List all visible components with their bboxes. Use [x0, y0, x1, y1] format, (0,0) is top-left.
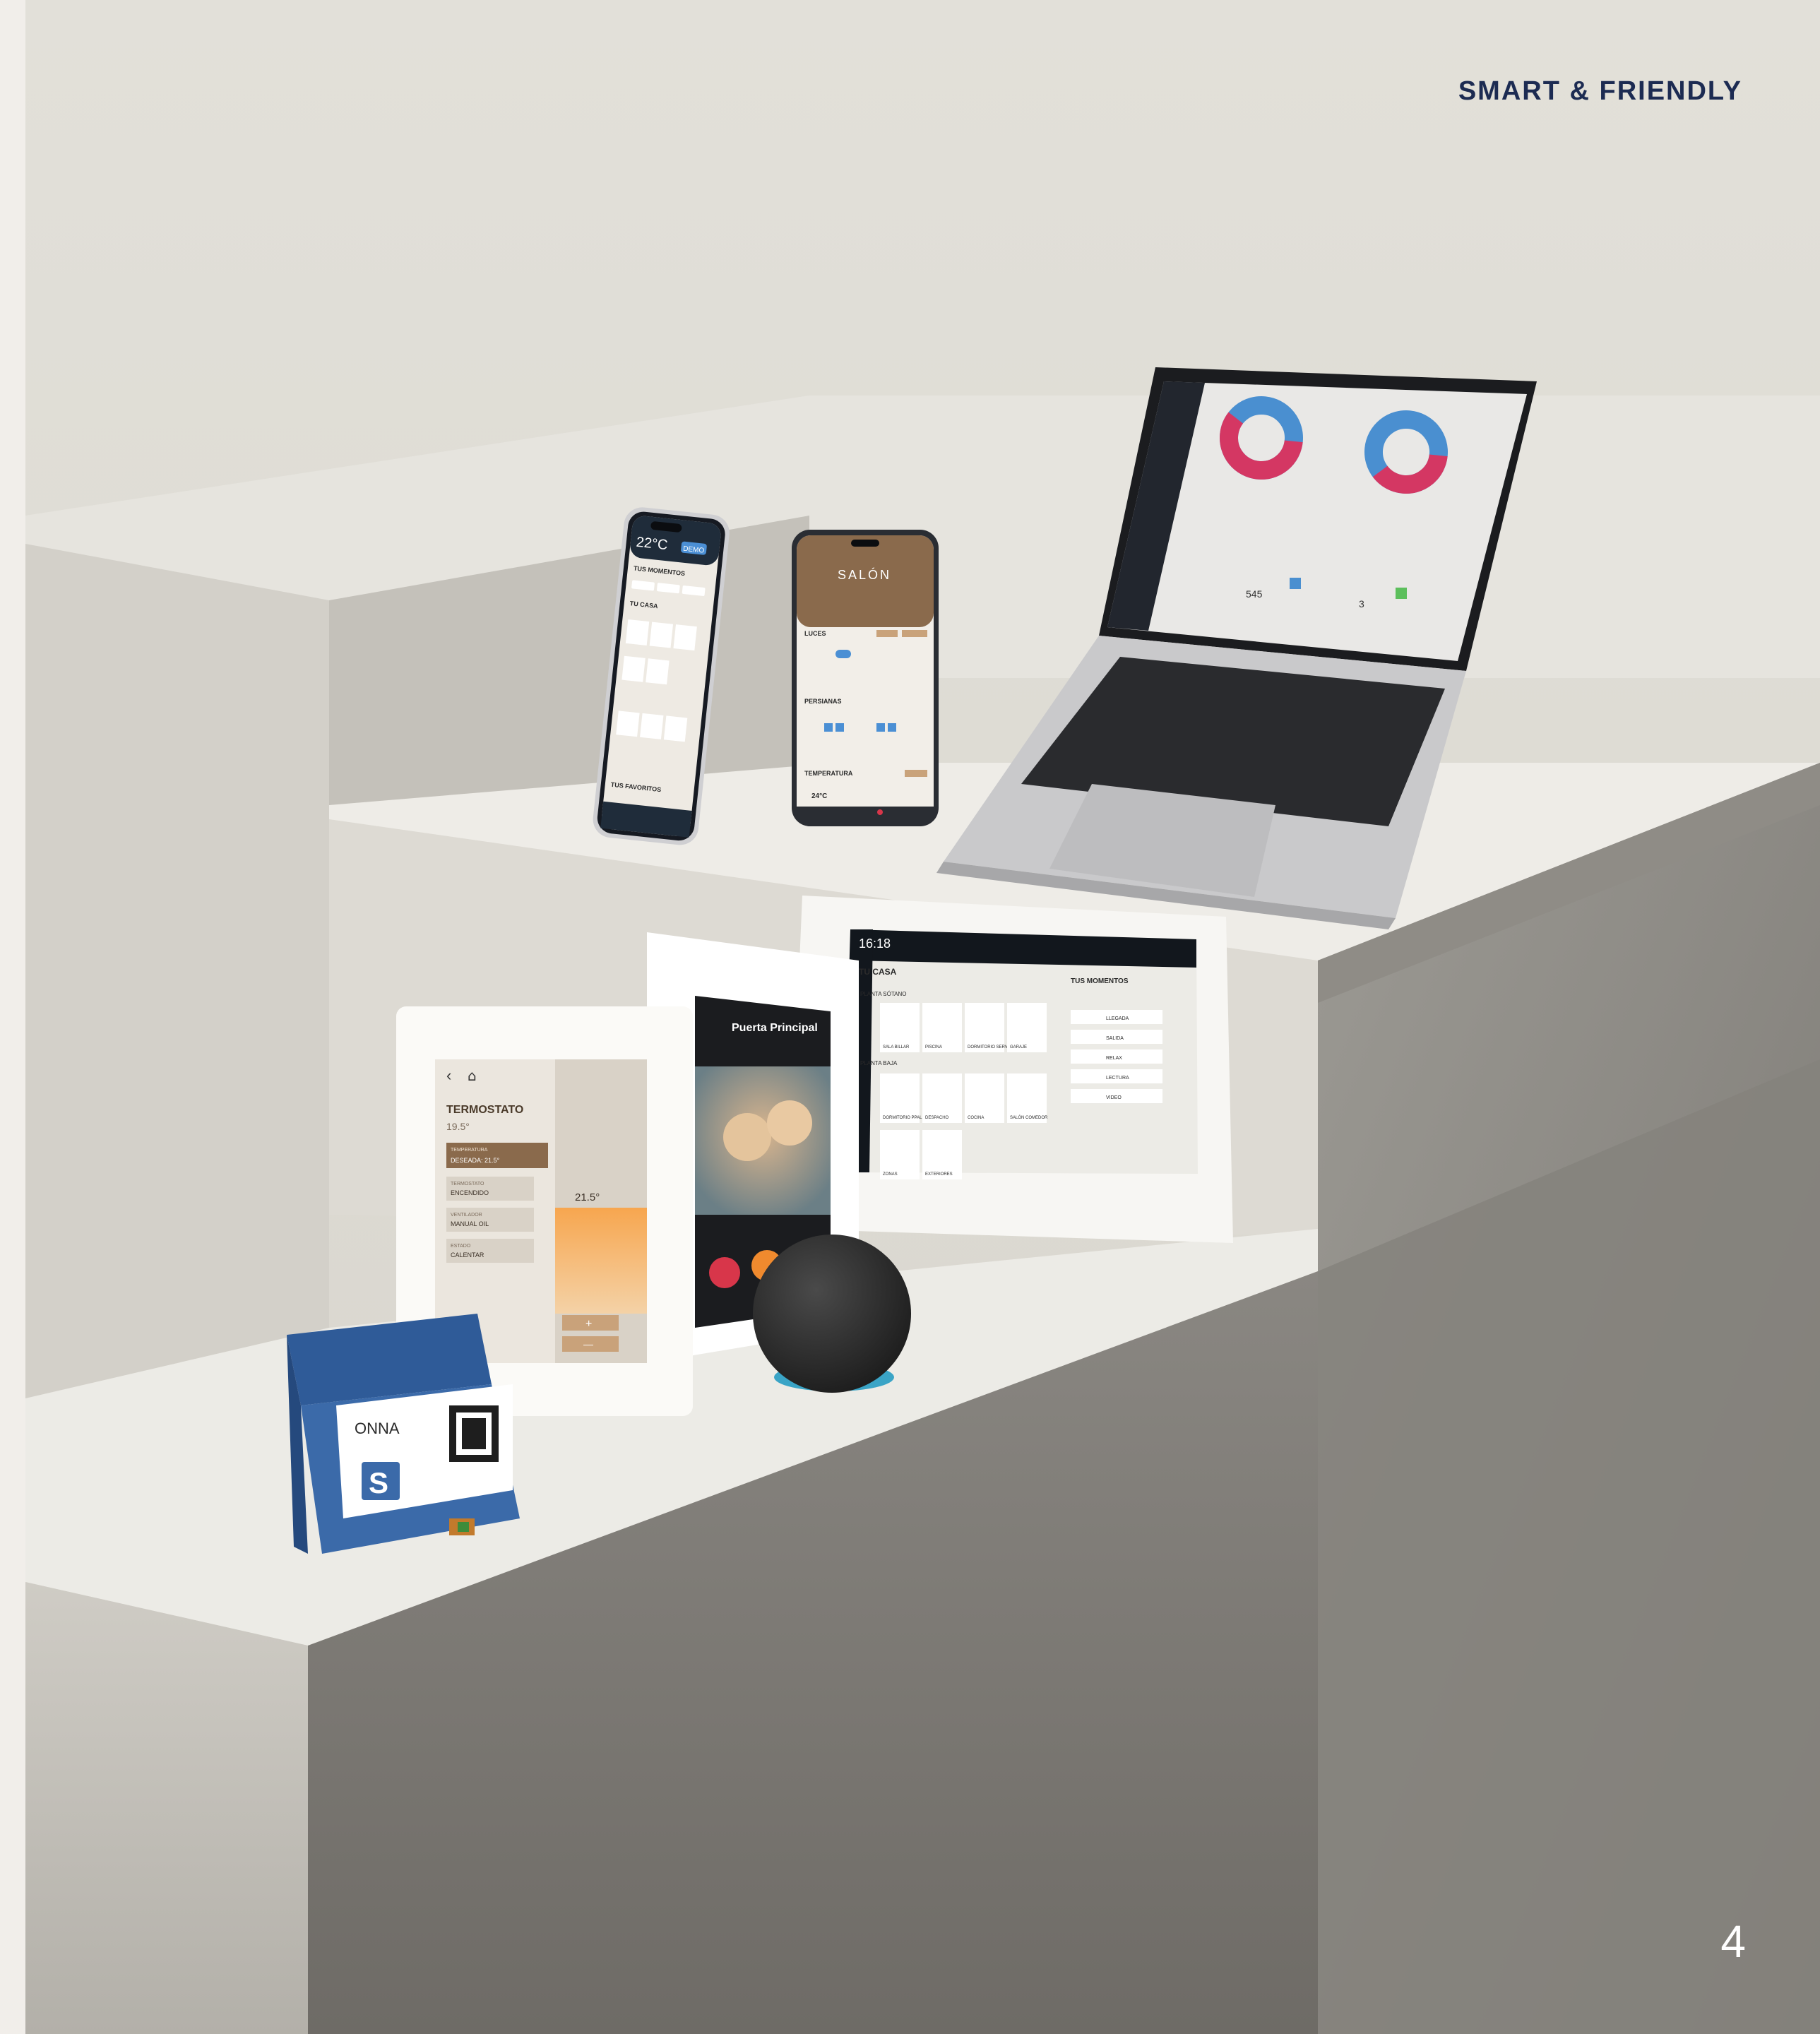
increase-label: +: [585, 1318, 592, 1330]
room-tile-label: SALA BILLAR: [883, 1045, 910, 1049]
phone-right-temperature-title: TEMPERATURA: [804, 770, 853, 777]
home-icon[interactable]: ⌂: [468, 1067, 477, 1084]
page-tagline: SMART & FRIENDLY: [1458, 76, 1742, 106]
controller-brand: ONNA: [355, 1420, 400, 1437]
state-2-label: VENTILADOR: [451, 1213, 482, 1218]
intercom-title: Puerta Principal: [732, 1022, 818, 1034]
phone-right-blinds-title: PERSIANAS: [804, 698, 842, 705]
back-icon[interactable]: ‹: [446, 1066, 451, 1084]
room-tile-label: DESPACHO: [925, 1116, 949, 1120]
moment-label: LECTURA: [1106, 1076, 1129, 1081]
thermostat-current: 19.5°: [446, 1121, 470, 1132]
room-tile-label: GARAJE: [1010, 1045, 1027, 1049]
moment-label: VIDEO: [1106, 1095, 1122, 1100]
tablet-moments-title: TUS MOMENTOS: [1071, 977, 1129, 985]
desired-label: TEMPERATURA: [451, 1148, 488, 1153]
state-2-value: MANUAL OIL: [451, 1220, 489, 1227]
state-1-label: TERMOSTATO: [451, 1182, 484, 1186]
scene-illustration: 22°C DEMO TUS MOMENTOS TU CASA TUS FAVOR…: [25, 0, 1820, 2034]
phone-right: SALÓN LUCES PERSIANAS TEMPERATURA 24°C: [792, 530, 939, 826]
thermostat-setpoint: 21.5°: [575, 1191, 600, 1203]
decrease-label: —: [583, 1338, 593, 1350]
thermostat-title: TERMOSTATO: [446, 1104, 523, 1116]
phone-right-temperature-value: 24°C: [811, 792, 827, 800]
laptop-stat-2: 3: [1359, 598, 1364, 609]
room-tile-label: PISCINA: [925, 1045, 942, 1049]
desired-value: DESEADA: 21.5°: [451, 1157, 500, 1164]
phone-right-lights-title: LUCES: [804, 630, 826, 637]
tablet-time: 16:18: [859, 936, 891, 951]
room-tile-label: SALÓN COMEDOR: [1010, 1115, 1048, 1120]
product-scene: 22°C DEMO TUS MOMENTOS TU CASA TUS FAVOR…: [25, 0, 1820, 2034]
moment-label: LLEGADA: [1106, 1016, 1129, 1021]
state-3-value: CALENTAR: [451, 1251, 484, 1259]
room-tile-label: EXTERIORES: [925, 1172, 953, 1177]
phone-left-temperature: 22°C: [636, 535, 669, 554]
moment-label: SALIDA: [1106, 1036, 1124, 1041]
controller-letter: S: [369, 1466, 388, 1499]
hangup-button[interactable]: [709, 1257, 740, 1288]
room-tile-label: ZONAS: [883, 1172, 898, 1177]
thermostat-level-bar: [555, 1208, 647, 1314]
left-margin-band: [0, 0, 25, 2034]
page: 22°C DEMO TUS MOMENTOS TU CASA TUS FAVOR…: [0, 0, 1820, 2034]
tablet-floor-1: PLANTA SÓTANO: [860, 991, 907, 997]
phone-right-room-title: SALÓN: [838, 567, 891, 582]
state-1-value: ENCENDIDO: [451, 1189, 489, 1196]
moment-label: RELAX: [1106, 1056, 1122, 1061]
tablet-home-title: TU CASA: [859, 967, 897, 977]
tablet-moment-list: LLEGADA SALIDA RELAX LECTURA VIDEO: [1071, 1010, 1162, 1103]
page-number: 4: [1720, 1916, 1746, 1967]
smart-speaker: [753, 1235, 911, 1393]
room-tile-label: DORMITORIO PPAL.: [883, 1116, 923, 1120]
state-3-label: ESTADO: [451, 1244, 471, 1249]
room-tile-label: COCINA: [968, 1116, 984, 1120]
tablet-floor-2: PLANTA BAJA: [860, 1060, 898, 1066]
laptop-stat-1: 545: [1246, 588, 1263, 600]
